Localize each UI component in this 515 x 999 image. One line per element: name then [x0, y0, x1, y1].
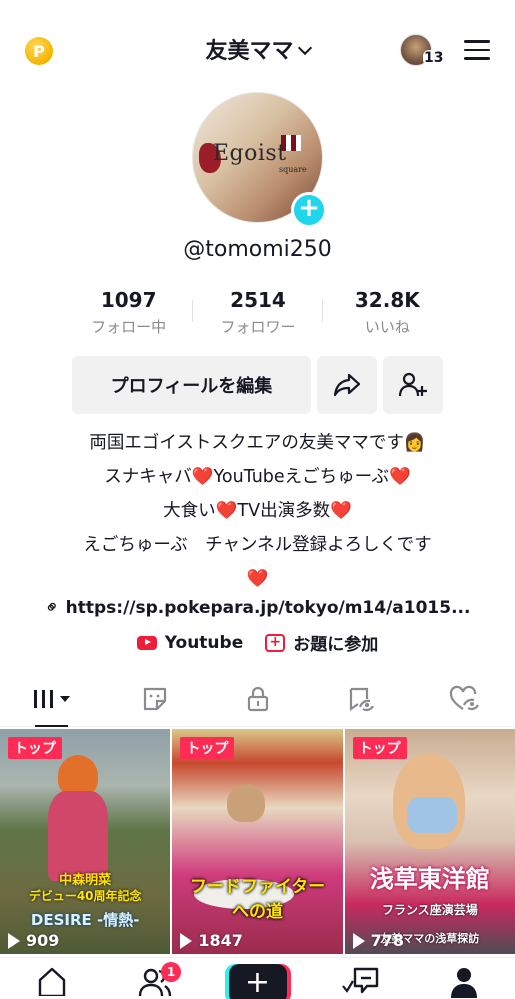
- view-count-value: 1847: [198, 931, 243, 950]
- notification-badge: 1: [161, 962, 181, 982]
- join-challenge-link[interactable]: + お題に参加: [265, 630, 378, 655]
- tab-stickers[interactable]: [103, 672, 206, 726]
- edit-profile-button[interactable]: プロフィールを編集: [72, 356, 311, 414]
- avatar-logo-text: Egoist: [213, 141, 287, 166]
- chevron-down-icon: [297, 40, 312, 56]
- pinned-badge: トップ: [8, 737, 62, 759]
- thumbnail-figure: [48, 791, 108, 881]
- bio-line: 大食い❤️TV出演多数❤️: [163, 501, 352, 521]
- youtube-icon: [136, 635, 157, 650]
- stats-row: 1097 フォロー中 2514 フォロワー 32.8K いいね: [64, 288, 452, 340]
- thumbnail-figure: [227, 784, 266, 822]
- profile-link[interactable]: ⚭https://sp.pokepara.jp/tokyo/m14/a1015.…: [0, 594, 515, 621]
- content-tabs: [0, 672, 515, 727]
- top-bar: P 友美ママ 13: [0, 0, 515, 100]
- view-count: 909: [8, 931, 59, 950]
- stat-followers[interactable]: 2514 フォロワー: [193, 288, 323, 340]
- nav-create[interactable]: +: [206, 958, 309, 999]
- play-icon: [180, 932, 193, 949]
- nav-home[interactable]: [0, 958, 103, 999]
- thumbnail-mask: [406, 797, 457, 833]
- stat-label: いいね: [364, 318, 410, 336]
- tab-private[interactable]: [206, 672, 309, 726]
- challenge-label: お題に参加: [293, 635, 379, 655]
- add-avatar-button[interactable]: +: [291, 192, 327, 228]
- share-icon: [333, 373, 361, 397]
- stat-label: フォロー中: [91, 318, 167, 336]
- stat-value: 32.8K: [354, 288, 420, 312]
- account-name: 友美ママ: [205, 39, 294, 64]
- create-button[interactable]: +: [228, 964, 287, 999]
- home-icon: [38, 967, 65, 996]
- tab-favorites[interactable]: [309, 672, 412, 726]
- challenge-icon: +: [265, 633, 286, 652]
- youtube-link[interactable]: Youtube: [136, 630, 244, 655]
- stat-value: 2514: [230, 288, 286, 312]
- add-friend-button[interactable]: [383, 356, 443, 414]
- tab-videos[interactable]: [0, 672, 103, 727]
- profile-extras: Youtube + お題に参加: [0, 630, 515, 655]
- profile-icon: [450, 968, 477, 998]
- video-thumbnail[interactable]: トップ フードファイター への道 1847: [172, 729, 343, 954]
- bio-line: えごちゅーぶ チャンネル登録よろしくです: [83, 535, 432, 555]
- thumbnail-caption: フランス座演芸場: [381, 903, 478, 917]
- bio-line: 両国エゴイストスクエアの友美ママです👩: [89, 433, 426, 453]
- nav-friends[interactable]: 1: [103, 958, 206, 999]
- link-icon: ⚭: [39, 594, 65, 621]
- stat-value: 1097: [100, 288, 157, 312]
- sticker-icon: [143, 687, 166, 711]
- bio-line: スナキャバ❤️YouTubeえごちゅーぶ❤️: [104, 467, 411, 487]
- heart-hidden-icon: [449, 685, 479, 711]
- video-thumbnail[interactable]: トップ 中森明菜 デビュー40周年記念 DESIRE -情熱- 909: [0, 729, 171, 954]
- add-user-icon: [398, 372, 427, 397]
- view-count: 1847: [180, 931, 243, 950]
- grid-icon: [33, 690, 70, 708]
- link-text: https://sp.pokepara.jp/tokyo/m14/a1015..…: [65, 598, 471, 618]
- view-count: 778: [352, 931, 405, 950]
- avatar-logo-subtext: square: [279, 165, 307, 174]
- stat-following[interactable]: 1097 フォロー中: [64, 288, 194, 340]
- video-grid: トップ 中森明菜 デビュー40周年記念 DESIRE -情熱- 909 トップ …: [0, 729, 515, 954]
- thumbnail-caption: 浅草東洋館: [369, 865, 490, 893]
- bio: 両国エゴイストスクエアの友美ママです👩 スナキャバ❤️YouTubeえごちゅーぶ…: [0, 426, 515, 596]
- thumbnail-caption: デビュー40周年記念: [28, 889, 142, 903]
- pinned-badge: トップ: [180, 737, 235, 759]
- thumbnail-caption: への道: [231, 902, 283, 922]
- play-icon: [8, 932, 20, 949]
- friend-count: 13: [423, 50, 445, 66]
- video-thumbnail[interactable]: トップ 浅草東洋館 フランス座演芸場 友美ママの浅草探訪 778: [344, 729, 515, 954]
- nav-inbox[interactable]: [309, 958, 412, 999]
- pinned-badge: トップ: [352, 737, 407, 759]
- bottom-nav: 1 +: [0, 957, 515, 999]
- bio-line: ❤️: [246, 569, 269, 589]
- inbox-icon: [341, 967, 378, 994]
- thumbnail-caption: 中森明菜: [59, 873, 112, 888]
- bookmark-icon: [349, 687, 374, 712]
- tab-liked[interactable]: [412, 672, 515, 726]
- menu-icon[interactable]: [464, 40, 490, 60]
- youtube-label: Youtube: [164, 632, 244, 653]
- username: @tomomi250: [183, 237, 332, 262]
- stat-likes[interactable]: 32.8K いいね: [323, 288, 452, 340]
- nav-profile[interactable]: [412, 958, 515, 999]
- thumbnail-caption: DESIRE -情熱-: [30, 911, 140, 929]
- view-count-value: 909: [26, 931, 60, 950]
- stat-label: フォロワー: [220, 318, 296, 336]
- share-profile-button[interactable]: [317, 356, 377, 414]
- play-icon: [352, 932, 365, 949]
- thumbnail-caption: フードファイター: [189, 877, 326, 897]
- view-count-value: 778: [370, 931, 405, 950]
- lock-icon: [247, 686, 268, 712]
